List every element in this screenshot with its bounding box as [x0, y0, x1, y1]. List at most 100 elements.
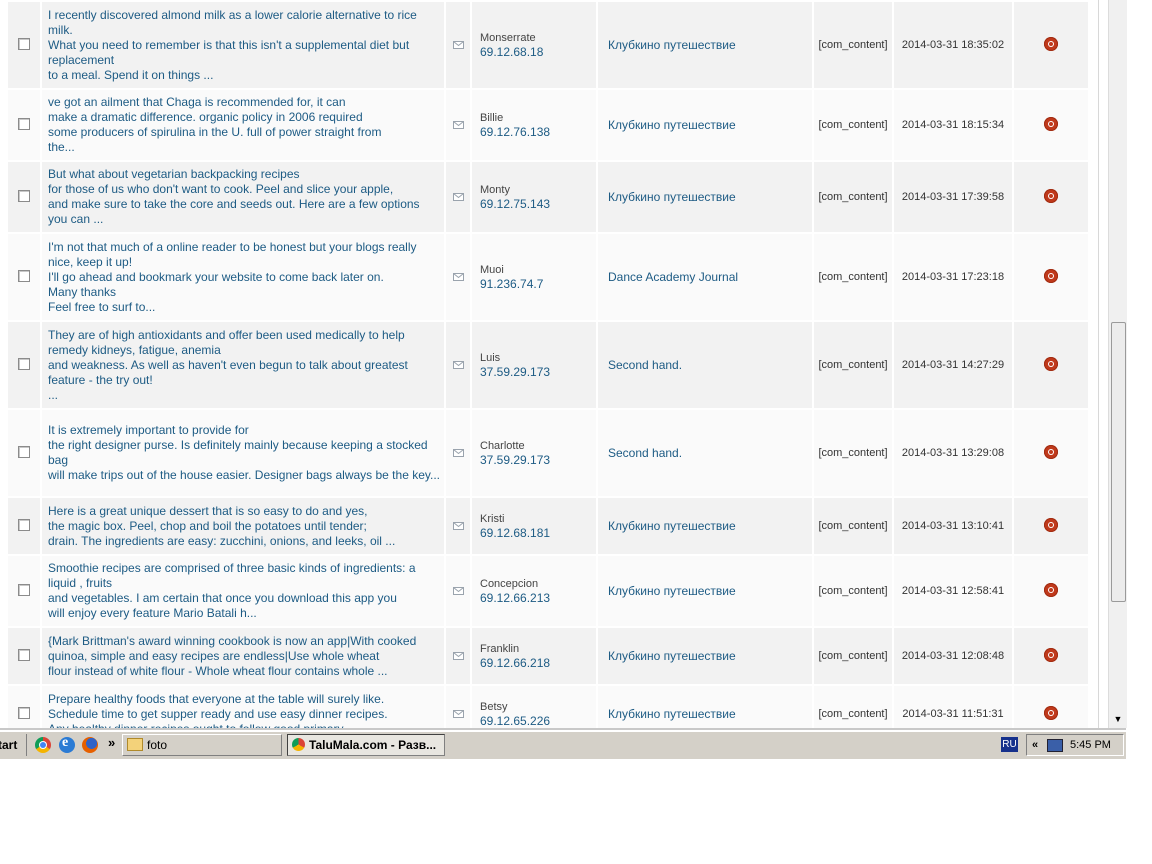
task-button-talumala[interactable]: TaluMala.com - Разв...	[287, 734, 445, 756]
item-title-link[interactable]: Клубкино путешествие	[598, 90, 812, 160]
row-checkbox[interactable]	[18, 583, 30, 596]
comment-text[interactable]: Prepare healthy foods that everyone at t…	[42, 686, 444, 728]
status-toggle-icon[interactable]	[1044, 188, 1058, 203]
comment-line: {Mark Brittman's award winning cookbook …	[48, 633, 417, 648]
item-title-link[interactable]: Клубкино путешествие	[598, 628, 812, 684]
comment-text[interactable]: {Mark Brittman's award winning cookbook …	[42, 628, 444, 684]
comment-line: It is extremely important to provide for	[48, 423, 249, 437]
author-ip-link[interactable]: 69.12.68.18	[480, 45, 596, 60]
quicklaunch-more-icon[interactable]: »	[108, 735, 115, 750]
envelope-icon[interactable]	[452, 361, 464, 369]
item-title-link[interactable]: Клубкино путешествие	[598, 498, 812, 554]
author-ip-link[interactable]: 69.12.66.218	[480, 656, 596, 671]
author-cell: Monty 69.12.75.143	[472, 162, 596, 232]
item-title-link[interactable]: Клубкино путешествие	[598, 686, 812, 728]
row-checkbox[interactable]	[18, 648, 30, 661]
item-title-link[interactable]: Second hand.	[598, 410, 812, 496]
envelope-icon[interactable]	[452, 449, 464, 457]
comment-text[interactable]: Smoothie recipes are comprised of three …	[42, 556, 444, 626]
status-toggle-icon[interactable]	[1044, 356, 1058, 371]
comment-text[interactable]: But what about vegetarian backpacking re…	[42, 162, 444, 232]
author-cell: Franklin 69.12.66.218	[472, 628, 596, 684]
comment-line: and make sure to take the core and seeds…	[48, 197, 420, 211]
comment-line: make a dramatic difference. organic poli…	[48, 110, 363, 124]
author-cell: Billie 69.12.76.138	[472, 90, 596, 160]
status-cell	[1014, 162, 1088, 232]
envelope-icon[interactable]	[452, 522, 464, 530]
firefox-icon[interactable]	[82, 737, 98, 753]
row-checkbox[interactable]	[18, 706, 30, 719]
comment-line: ve got an ailment that Chaga is recommen…	[48, 95, 346, 109]
envelope-icon[interactable]	[452, 273, 464, 281]
scrollbar-thumb[interactable]	[1111, 322, 1126, 602]
envelope-icon[interactable]	[452, 193, 464, 201]
envelope-icon[interactable]	[452, 121, 464, 129]
scroll-down-arrow-icon[interactable]: ▼	[1110, 712, 1126, 726]
comment-row: I'm not that much of a online reader to …	[8, 234, 1088, 320]
comment-line: Here is a great unique dessert that is s…	[48, 503, 368, 518]
comment-text[interactable]: It is extremely important to provide for…	[42, 410, 444, 496]
comment-row: But what about vegetarian backpacking re…	[8, 162, 1088, 232]
row-checkbox[interactable]	[18, 445, 30, 458]
status-toggle-icon[interactable]	[1044, 582, 1058, 597]
row-checkbox[interactable]	[18, 117, 30, 130]
author-ip-link[interactable]: 69.12.65.226	[480, 714, 596, 729]
row-checkbox[interactable]	[18, 518, 30, 531]
row-checkbox[interactable]	[18, 189, 30, 202]
vertical-scrollbar[interactable]: ▼	[1108, 0, 1127, 728]
comment-line: I recently discovered almond milk as a l…	[48, 7, 417, 37]
envelope-icon[interactable]	[452, 710, 464, 718]
chrome-icon[interactable]	[35, 737, 51, 753]
status-toggle-icon[interactable]	[1044, 647, 1058, 662]
item-title-link[interactable]: Клубкино путешествие	[598, 556, 812, 626]
task-label: foto	[147, 738, 168, 752]
item-title-link[interactable]: Клубкино путешествие	[598, 2, 812, 88]
status-toggle-icon[interactable]	[1044, 517, 1058, 532]
author-ip-link[interactable]: 69.12.75.143	[480, 197, 596, 212]
author-ip-link[interactable]: 69.12.76.138	[480, 125, 596, 140]
status-toggle-icon[interactable]	[1044, 36, 1058, 51]
comment-line: and weakness. As well as haven't even be…	[48, 357, 408, 387]
comment-text[interactable]: I'm not that much of a online reader to …	[42, 234, 444, 320]
author-ip-link[interactable]: 69.12.68.181	[480, 526, 596, 541]
item-title-link[interactable]: Клубкино путешествие	[598, 162, 812, 232]
internet-explorer-icon[interactable]	[59, 735, 75, 753]
email-cell	[446, 322, 470, 408]
envelope-icon[interactable]	[452, 587, 464, 595]
row-checkbox-cell	[8, 556, 40, 626]
author-cell: Betsy 69.12.65.226	[472, 686, 596, 728]
task-button-foto[interactable]: foto	[122, 734, 282, 756]
status-toggle-icon[interactable]	[1044, 705, 1058, 720]
comment-date: 2014-03-31 17:23:18	[894, 234, 1012, 320]
row-checkbox-cell	[8, 90, 40, 160]
row-checkbox[interactable]	[18, 269, 30, 282]
comment-line: ...	[48, 387, 59, 402]
comment-text[interactable]: ve got an ailment that Chaga is recommen…	[42, 90, 444, 160]
author-ip-link[interactable]: 37.59.29.173	[480, 453, 596, 468]
start-button[interactable]: Start	[0, 734, 27, 756]
status-cell	[1014, 322, 1088, 408]
author-ip-link[interactable]: 91.236.74.7	[480, 277, 596, 292]
author-ip-link[interactable]: 69.12.66.213	[480, 591, 596, 606]
clock[interactable]: 5:45 PM	[1070, 735, 1111, 755]
status-toggle-icon[interactable]	[1044, 268, 1058, 283]
tray-expand-icon[interactable]: «	[1032, 735, 1038, 755]
status-cell	[1014, 498, 1088, 554]
language-indicator[interactable]: RU	[1001, 737, 1018, 752]
item-title-link[interactable]: Dance Academy Journal	[598, 234, 812, 320]
row-checkbox[interactable]	[18, 37, 30, 50]
comment-text[interactable]: I recently discovered almond milk as a l…	[42, 2, 444, 88]
envelope-icon[interactable]	[452, 41, 464, 49]
component-name: [com_content]	[814, 162, 892, 232]
comment-text[interactable]: Here is a great unique dessert that is s…	[42, 498, 444, 554]
status-toggle-icon[interactable]	[1044, 444, 1058, 459]
component-name: [com_content]	[814, 2, 892, 88]
comment-text[interactable]: They are of high antioxidants and offer …	[42, 322, 444, 408]
author-ip-link[interactable]: 37.59.29.173	[480, 365, 596, 380]
row-checkbox[interactable]	[18, 357, 30, 370]
network-icon[interactable]	[1047, 739, 1063, 752]
envelope-icon[interactable]	[452, 652, 464, 660]
status-toggle-icon[interactable]	[1044, 116, 1058, 131]
item-title-link[interactable]: Second hand.	[598, 322, 812, 408]
comment-line: will enjoy every feature Mario Batali h.…	[48, 606, 257, 620]
